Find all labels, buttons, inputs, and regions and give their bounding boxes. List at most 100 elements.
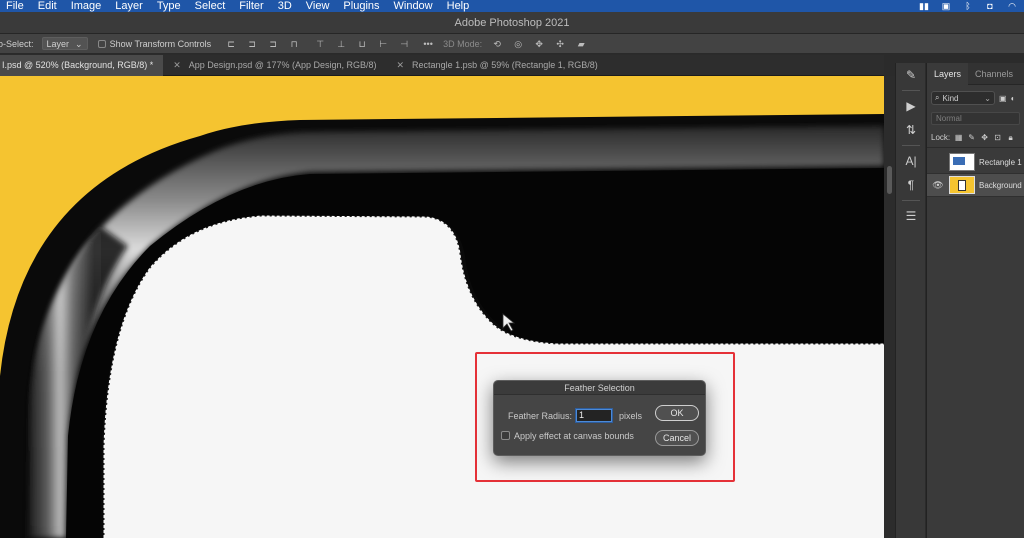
feather-radius-input[interactable]: 1: [576, 409, 612, 422]
3d-mode-label: 3D Mode:: [443, 38, 483, 49]
thumbnail-phone: [958, 180, 966, 191]
menu-filter[interactable]: Filter: [232, 0, 270, 12]
layer-thumbnail: [949, 153, 975, 171]
display-icon[interactable]: ▣: [940, 1, 952, 11]
more-tabs-icon[interactable]: P: [1020, 69, 1024, 79]
menu-plugins[interactable]: Plugins: [336, 0, 386, 12]
apply-canvas-bounds-checkbox[interactable]: [501, 431, 510, 440]
tab-app-design[interactable]: ✕ App Design.psd @ 177% (App Design, RGB…: [163, 55, 386, 76]
character-icon[interactable]: A|: [896, 149, 926, 173]
menu-bar: File Edit Image Layer Type Select Filter…: [0, 0, 1024, 12]
3d-slide-icon[interactable]: ✣: [554, 39, 566, 49]
feather-radius-label: Feather Radius:: [508, 411, 573, 421]
3d-pan-icon[interactable]: ✥: [533, 39, 545, 49]
tab-label: Rectangle 1.psb @ 59% (Rectangle 1, RGB/…: [412, 60, 598, 70]
more-options-icon[interactable]: •••: [422, 39, 434, 49]
menu-type[interactable]: Type: [150, 0, 188, 12]
play-icon[interactable]: ▶: [896, 94, 926, 118]
ok-button[interactable]: OK: [655, 405, 699, 421]
auto-select-dropdown[interactable]: Layer ⌄: [41, 37, 88, 50]
feather-selection-dialog: Feather Selection Feather Radius: 1 pixe…: [493, 380, 706, 456]
adjustments-icon[interactable]: ☰: [896, 204, 926, 228]
divider: [901, 200, 920, 201]
adjustment-filter-icon[interactable]: ◐: [1011, 94, 1016, 103]
screen-record-icon[interactable]: ◘: [984, 1, 996, 11]
kind-label: Kind: [942, 93, 959, 103]
menu-view[interactable]: View: [299, 0, 337, 12]
tab-rectangle[interactable]: ✕ Rectangle 1.psb @ 59% (Rectangle 1, RG…: [387, 55, 608, 76]
brush-icon[interactable]: ✎: [896, 63, 926, 87]
align-center-h-icon[interactable]: ⊐: [246, 39, 258, 49]
scrollbar-thumb[interactable]: [887, 166, 892, 194]
divider: [901, 90, 920, 91]
menu-help[interactable]: Help: [440, 0, 477, 12]
tab-label: App Design.psd @ 177% (App Design, RGB/8…: [188, 60, 377, 70]
tab-label: I.psd @ 520% (Background, RGB/8) *: [2, 60, 154, 70]
smart-object-icon: [953, 157, 965, 165]
canvas-artwork: [0, 114, 884, 538]
eye-icon[interactable]: 👁︎: [927, 180, 949, 191]
blend-mode-dropdown[interactable]: Normal: [931, 111, 1020, 125]
lock-artboard-icon[interactable]: ⊡: [993, 133, 1002, 142]
dropbox-icon[interactable]: ▮▮: [918, 1, 930, 11]
layer-row-rectangle[interactable]: Rectangle 1: [927, 151, 1024, 174]
align-middle-icon[interactable]: ⊤: [314, 39, 326, 49]
distribute-h-icon[interactable]: ⊔: [356, 39, 368, 49]
menu-file[interactable]: File: [0, 0, 31, 12]
divider: [901, 145, 920, 146]
paragraph-icon[interactable]: ¶: [896, 173, 926, 197]
align-left-icon[interactable]: ⊏: [225, 39, 237, 49]
distribute-spacing-icon[interactable]: ⊣: [398, 39, 410, 49]
close-icon[interactable]: ✕: [397, 55, 405, 76]
menu-window[interactable]: Window: [387, 0, 440, 12]
menu-image[interactable]: Image: [64, 0, 109, 12]
document-canvas[interactable]: [0, 76, 884, 538]
layer-row-background[interactable]: 👁︎ Background: [927, 174, 1024, 197]
wifi-icon[interactable]: ◠: [1006, 1, 1018, 11]
canvas-scrollbar[interactable]: [884, 76, 895, 538]
layers-panel: Layers Channels P ⌕ Kind ⌄ ▣ ◐ Normal Lo…: [926, 62, 1024, 538]
panel-tabs: Layers Channels P: [927, 62, 1024, 85]
document-tabs: I.psd @ 520% (Background, RGB/8) * ✕ App…: [0, 55, 884, 76]
lock-row: Lock: ▦ ✎ ✥ ⊡ 🔒︎: [927, 128, 1024, 148]
tab-layers[interactable]: Layers: [927, 62, 969, 85]
window-title: Adobe Photoshop 2021: [0, 12, 1024, 34]
3d-roll-icon[interactable]: ◎: [512, 39, 524, 49]
3d-camera-icon[interactable]: ▰: [575, 39, 587, 49]
panel-icon-strip: ✎ ▶ ⇅ A| ¶ ☰: [895, 63, 925, 538]
pixels-unit-label: pixels: [619, 411, 643, 421]
lock-all-icon[interactable]: 🔒︎: [1006, 133, 1015, 142]
bluetooth-icon[interactable]: ᛒ: [962, 1, 974, 11]
search-icon: ⌕: [935, 93, 940, 102]
filter-row: ⌕ Kind ⌄ ▣ ◐: [927, 88, 1024, 108]
lock-image-icon[interactable]: ✎: [967, 133, 976, 142]
cancel-button[interactable]: Cancel: [655, 430, 699, 446]
tab-channels[interactable]: Channels: [968, 63, 1020, 85]
layer-name: Rectangle 1: [979, 157, 1022, 167]
lock-label: Lock:: [931, 133, 951, 142]
show-transform-label: Show Transform Controls: [109, 38, 212, 49]
layer-thumbnail: [949, 176, 975, 194]
align-top-icon[interactable]: ⊓: [288, 39, 300, 49]
image-filter-icon[interactable]: ▣: [999, 94, 1007, 103]
dialog-title: Feather Selection: [494, 381, 705, 395]
3d-rotate-icon[interactable]: ⟲: [491, 39, 503, 49]
align-right-icon[interactable]: ⊐: [267, 39, 279, 49]
actions-icon[interactable]: ⇅: [896, 118, 926, 142]
menu-layer[interactable]: Layer: [108, 0, 150, 12]
lock-position-icon[interactable]: ✥: [980, 133, 989, 142]
blend-row: Normal: [927, 108, 1024, 128]
system-tray: ▮▮ ▣ ᛒ ◘ ◠: [918, 0, 1018, 12]
show-transform-checkbox[interactable]: [97, 39, 106, 48]
close-icon[interactable]: ✕: [173, 55, 181, 76]
menu-3d[interactable]: 3D: [271, 0, 299, 12]
layer-name: Background: [979, 180, 1022, 190]
menu-edit[interactable]: Edit: [31, 0, 64, 12]
lock-transparent-icon[interactable]: ▦: [954, 133, 963, 142]
distribute-v-icon[interactable]: ⊢: [377, 39, 389, 49]
chevron-down-icon: ⌄: [984, 93, 991, 103]
menu-select[interactable]: Select: [188, 0, 233, 12]
kind-filter-dropdown[interactable]: ⌕ Kind ⌄: [931, 91, 995, 105]
align-bottom-icon[interactable]: ⊥: [335, 39, 347, 49]
tab-document-active[interactable]: I.psd @ 520% (Background, RGB/8) *: [0, 55, 164, 76]
